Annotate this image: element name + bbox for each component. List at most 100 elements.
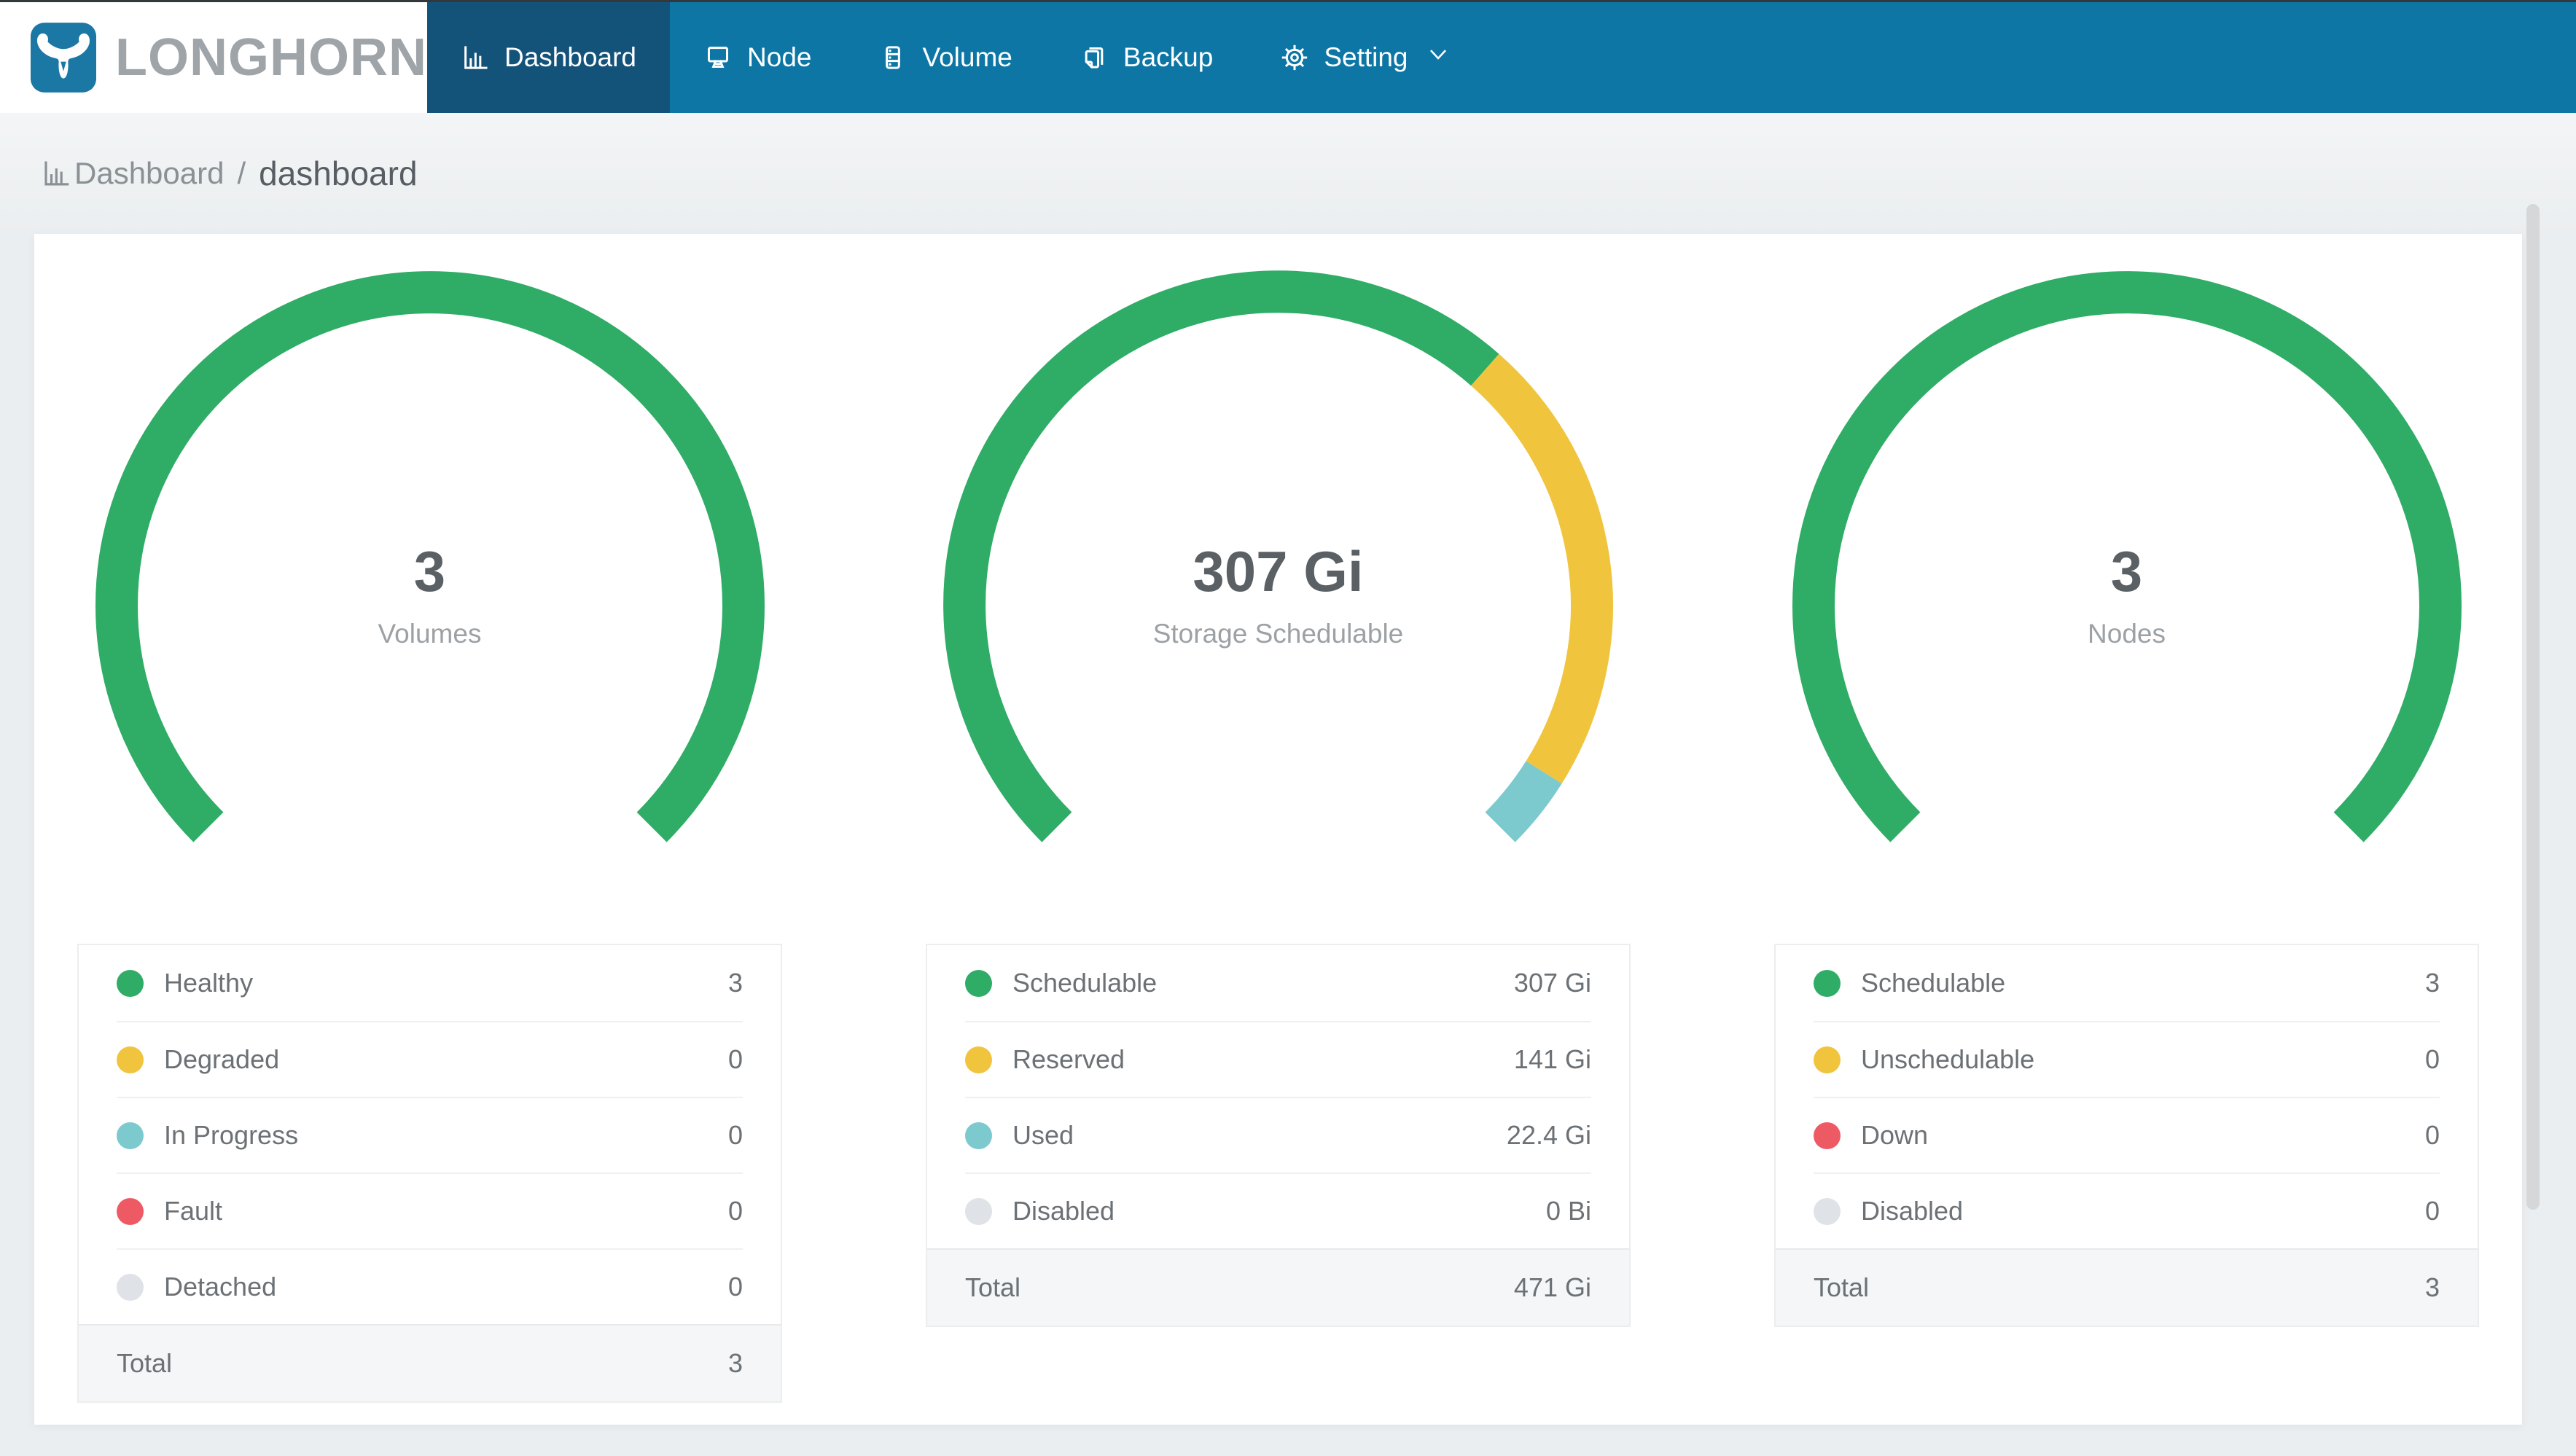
- reserved-status-dot: [965, 1046, 992, 1073]
- table-row: Schedulable 307 Gi: [965, 945, 1591, 1021]
- gauge-columns: 3 Volumes Healthy 3 Degraded 0 In Progre…: [77, 270, 2479, 1403]
- nodes-gauge: 3 Nodes: [1792, 270, 2462, 853]
- table-row: Detached 0: [117, 1248, 743, 1324]
- row-label: Down: [1861, 1120, 1929, 1150]
- brand-name: LONGHORN: [115, 28, 427, 87]
- disabled-status-dot: [965, 1197, 992, 1225]
- row-label: Detached: [164, 1272, 277, 1302]
- table-row: Down 0: [1814, 1097, 2440, 1173]
- row-label: Reserved: [1012, 1044, 1125, 1074]
- vertical-scrollbar-thumb[interactable]: [2526, 204, 2540, 1210]
- gear-icon: [1280, 43, 1309, 72]
- total-value: 3: [727, 1348, 743, 1378]
- bar-chart-icon: [461, 43, 490, 72]
- nav-label: Setting: [1324, 42, 1408, 72]
- table-row: Healthy 3: [117, 945, 743, 1021]
- row-label: Unschedulable: [1861, 1044, 2035, 1074]
- row-value: 0: [727, 1196, 743, 1226]
- nav-item-dashboard[interactable]: Dashboard: [427, 2, 671, 113]
- row-value: 0: [2424, 1196, 2440, 1226]
- breadcrumb-separator: /: [237, 156, 246, 190]
- row-label: Used: [1012, 1120, 1074, 1150]
- nav-item-node[interactable]: Node: [670, 2, 845, 113]
- nav-item-volume[interactable]: Volume: [845, 2, 1045, 113]
- volumes-gauge-arc: [95, 271, 765, 842]
- unschedulable-status-dot: [1814, 1046, 1841, 1073]
- copy-icon: [1080, 43, 1109, 72]
- table-row: Degraded 0: [117, 1021, 743, 1097]
- total-label: Total: [1814, 1272, 1870, 1302]
- brand-logo[interactable]: LONGHORN: [0, 2, 427, 113]
- schedulable-status-dot: [1814, 969, 1841, 997]
- in-progress-status-dot: [117, 1122, 144, 1149]
- storage-gauge-arc: [942, 270, 1613, 842]
- total-value: 471 Gi: [1513, 1272, 1591, 1302]
- chevron-down-icon: [1423, 42, 1451, 74]
- longhorn-dashboard-screen: LONGHORN Dashboard Node Volume Backup Se…: [0, 0, 2576, 1456]
- breadcrumb: Dashboard / dashboard: [0, 113, 2576, 234]
- row-value: 3: [727, 968, 743, 998]
- table-total-row: Total 471 Gi: [927, 1248, 1629, 1326]
- storage-legend-table: Schedulable 307 Gi Reserved 141 Gi Used …: [926, 944, 1631, 1327]
- table-row: Disabled 0 Bi: [965, 1173, 1591, 1248]
- row-value: 0: [727, 1272, 743, 1302]
- row-value: 0 Bi: [1545, 1196, 1591, 1226]
- nav-item-backup[interactable]: Backup: [1046, 2, 1246, 113]
- healthy-status-dot: [117, 969, 144, 997]
- breadcrumb-current-page: dashboard: [259, 154, 418, 192]
- row-label: Disabled: [1012, 1196, 1115, 1226]
- total-value: 3: [2424, 1272, 2440, 1302]
- nav-label: Backup: [1123, 42, 1214, 72]
- nodes-column: 3 Nodes Schedulable 3 Unschedulable 0 Do…: [1774, 270, 2479, 1403]
- table-row: Used 22.4 Gi: [965, 1097, 1591, 1173]
- disabled-status-dot: [1814, 1197, 1841, 1225]
- fault-status-dot: [117, 1197, 144, 1225]
- volumes-column: 3 Volumes Healthy 3 Degraded 0 In Progre…: [77, 270, 782, 1403]
- row-value: 307 Gi: [1513, 968, 1591, 998]
- table-row: Unschedulable 0: [1814, 1021, 2440, 1097]
- nav-label: Node: [747, 42, 812, 72]
- total-label: Total: [965, 1272, 1021, 1302]
- row-value: 0: [727, 1044, 743, 1074]
- row-label: Schedulable: [1012, 968, 1158, 998]
- row-label: Healthy: [164, 968, 254, 998]
- nodes-legend-table: Schedulable 3 Unschedulable 0 Down 0 Dis…: [1774, 944, 2479, 1327]
- main-nav: Dashboard Node Volume Backup Setting: [427, 2, 1484, 113]
- row-label: Schedulable: [1861, 968, 2006, 998]
- database-icon: [878, 43, 908, 72]
- row-value: 0: [727, 1120, 743, 1150]
- top-navbar: LONGHORN Dashboard Node Volume Backup Se…: [0, 2, 2576, 113]
- table-row: In Progress 0: [117, 1097, 743, 1173]
- bar-chart-icon: [41, 158, 71, 189]
- down-status-dot: [1814, 1122, 1841, 1149]
- nav-item-setting[interactable]: Setting: [1246, 2, 1483, 113]
- schedulable-status-dot: [965, 969, 992, 997]
- row-value: 0: [2424, 1044, 2440, 1074]
- detached-status-dot: [117, 1273, 144, 1301]
- nodes-gauge-arc: [1792, 271, 2462, 842]
- table-total-row: Total 3: [1776, 1248, 2478, 1326]
- table-total-row: Total 3: [79, 1324, 781, 1401]
- volumes-legend-table: Healthy 3 Degraded 0 In Progress 0 Fault…: [77, 944, 782, 1403]
- breadcrumb-section[interactable]: Dashboard: [74, 156, 224, 191]
- dashboard-card: 3 Volumes Healthy 3 Degraded 0 In Progre…: [34, 234, 2522, 1425]
- storage-column: 307 Gi Storage Schedulable Schedulable 3…: [926, 270, 1631, 1403]
- longhorn-bull-icon: [31, 23, 97, 93]
- row-label: Fault: [164, 1196, 223, 1226]
- table-row: Reserved 141 Gi: [965, 1021, 1591, 1097]
- row-value: 0: [2424, 1120, 2440, 1150]
- table-row: Fault 0: [117, 1173, 743, 1248]
- degraded-status-dot: [117, 1046, 144, 1073]
- row-label: Disabled: [1861, 1196, 1964, 1226]
- row-value: 3: [2424, 968, 2440, 998]
- row-value: 22.4 Gi: [1506, 1120, 1591, 1150]
- row-label: Degraded: [164, 1044, 280, 1074]
- table-row: Schedulable 3: [1814, 945, 2440, 1021]
- storage-gauge: 307 Gi Storage Schedulable: [942, 270, 1614, 853]
- total-label: Total: [117, 1348, 173, 1378]
- monitor-icon: [703, 43, 733, 72]
- table-row: Disabled 0: [1814, 1173, 2440, 1248]
- nav-label: Volume: [922, 42, 1012, 72]
- volumes-gauge: 3 Volumes: [95, 270, 765, 853]
- used-status-dot: [965, 1122, 992, 1149]
